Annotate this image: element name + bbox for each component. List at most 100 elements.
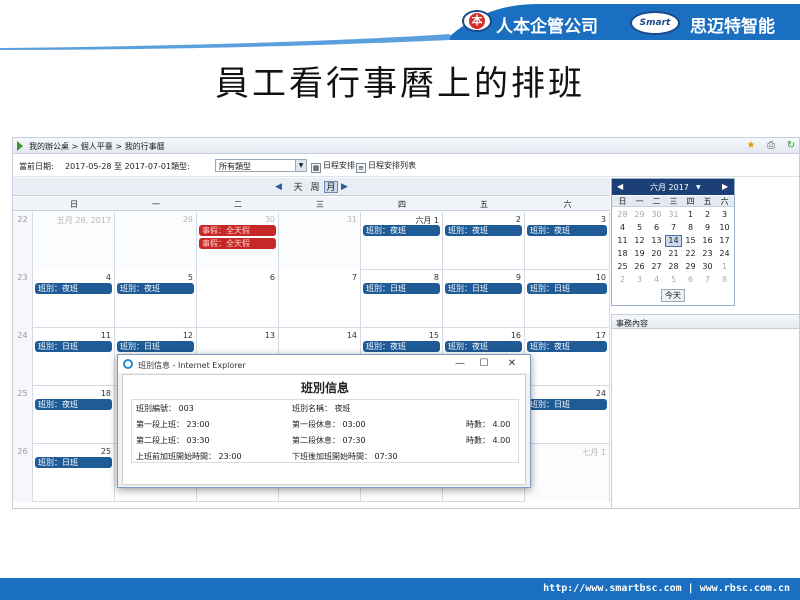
- calendar-event[interactable]: 班別：夜班: [35, 399, 112, 410]
- mini-day[interactable]: 2: [614, 274, 631, 286]
- mini-day[interactable]: 4: [648, 274, 665, 286]
- mini-day[interactable]: 31: [665, 209, 682, 221]
- day-cell[interactable]: 29: [115, 212, 197, 270]
- today-button[interactable]: 今天: [661, 289, 685, 302]
- day-cell[interactable]: 2 班別：夜班: [443, 212, 525, 270]
- calendar-event[interactable]: 班別：夜班: [527, 225, 607, 236]
- calendar-event[interactable]: 班別：夜班: [117, 283, 194, 294]
- calendar-event[interactable]: 班別：日班: [527, 283, 607, 294]
- mini-next-icon[interactable]: ▶: [722, 182, 728, 191]
- view-month-button[interactable]: 月: [324, 181, 338, 193]
- mini-day[interactable]: 20: [648, 248, 665, 260]
- day-cell[interactable]: 18 班別：夜班: [33, 386, 115, 444]
- day-cell[interactable]: 9 班別：日班: [443, 270, 525, 328]
- mini-day[interactable]: 24: [716, 248, 733, 260]
- star-icon[interactable]: ★: [745, 140, 757, 152]
- mini-prev-icon[interactable]: ◀: [617, 182, 623, 191]
- mini-day[interactable]: 16: [699, 235, 716, 247]
- mini-day[interactable]: 7: [699, 274, 716, 286]
- calendar-event[interactable]: 班別：夜班: [363, 225, 440, 236]
- calendar-event[interactable]: 班別：日班: [35, 457, 112, 468]
- day-cell[interactable]: 25 班別：日班: [33, 444, 115, 502]
- calendar-event[interactable]: 班別：夜班: [445, 225, 522, 236]
- mini-day[interactable]: 23: [699, 248, 716, 260]
- calendar-event[interactable]: 班別：夜班: [445, 341, 522, 352]
- mini-day[interactable]: 6: [682, 274, 699, 286]
- mini-day[interactable]: 7: [665, 222, 682, 234]
- maximize-icon[interactable]: ☐: [474, 357, 494, 371]
- calendar-event[interactable]: 班別：日班: [445, 283, 522, 294]
- day-cell[interactable]: 6: [197, 270, 279, 328]
- mini-day[interactable]: 27: [648, 261, 665, 273]
- mini-day[interactable]: 5: [631, 222, 648, 234]
- calendar-event[interactable]: 班別：日班: [117, 341, 194, 352]
- mini-day[interactable]: 8: [716, 274, 733, 286]
- mini-day[interactable]: 12: [631, 235, 648, 247]
- calendar-event[interactable]: 班別：日班: [527, 399, 607, 410]
- schedule-button[interactable]: ▦ 日程安排: [311, 158, 355, 173]
- mini-day[interactable]: 9: [699, 222, 716, 234]
- day-cell[interactable]: 10 班別：日班: [525, 270, 610, 328]
- mini-day[interactable]: 2: [699, 209, 716, 221]
- day-cell[interactable]: 31: [279, 212, 361, 270]
- calendar-event[interactable]: 班別：日班: [363, 283, 440, 294]
- mini-day[interactable]: 17: [716, 235, 733, 247]
- mini-day[interactable]: 8: [682, 222, 699, 234]
- mini-day[interactable]: 30: [699, 261, 716, 273]
- calendar-event[interactable]: 班別：夜班: [527, 341, 607, 352]
- prev-arrow-icon[interactable]: ◀: [275, 181, 282, 193]
- mini-day[interactable]: 1: [716, 261, 733, 273]
- mini-day[interactable]: 15: [682, 235, 699, 247]
- day-cell[interactable]: 30 事假：全天假 事假：全天假: [197, 212, 279, 270]
- mini-day[interactable]: 19: [631, 248, 648, 260]
- day-cell[interactable]: 3 班別：夜班: [525, 212, 610, 270]
- mini-day[interactable]: 6: [648, 222, 665, 234]
- mini-day[interactable]: 4: [614, 222, 631, 234]
- minimize-icon[interactable]: —: [450, 357, 470, 371]
- type-select[interactable]: 所有類型 ▼: [215, 159, 307, 172]
- mini-day[interactable]: 11: [614, 235, 631, 247]
- view-week-button[interactable]: 周: [308, 181, 322, 193]
- calendar-event[interactable]: 班別：夜班: [35, 283, 112, 294]
- day-cell[interactable]: 24 班別：日班: [525, 386, 610, 444]
- print-icon[interactable]: ⎙: [765, 140, 777, 152]
- calendar-event[interactable]: 事假：全天假: [199, 238, 276, 249]
- day-cell[interactable]: 7: [279, 270, 361, 328]
- mini-day[interactable]: 22: [682, 248, 699, 260]
- mini-calendar-title[interactable]: 六月 2017: [650, 182, 689, 193]
- mini-day[interactable]: 25: [614, 261, 631, 273]
- schedule-list-button[interactable]: ≡ 日程安排列表: [356, 158, 416, 173]
- day-cell[interactable]: 4 班別：夜班: [33, 270, 115, 328]
- mini-day[interactable]: 26: [631, 261, 648, 273]
- calendar-event[interactable]: 事假：全天假: [199, 225, 276, 236]
- day-cell[interactable]: 五月 28, 2017: [33, 212, 115, 270]
- footer-urls[interactable]: http://www.smartbsc.com | www.rbsc.com.c…: [543, 583, 790, 594]
- mini-day[interactable]: 18: [614, 248, 631, 260]
- next-arrow-icon[interactable]: ▶: [341, 181, 348, 193]
- close-icon[interactable]: ✕: [502, 357, 522, 371]
- mini-day[interactable]: 14: [665, 235, 682, 247]
- day-cell[interactable]: 七月 1: [525, 444, 610, 502]
- mini-day[interactable]: 21: [665, 248, 682, 260]
- day-cell[interactable]: 5 班別：夜班: [115, 270, 197, 328]
- mini-day[interactable]: 13: [648, 235, 665, 247]
- calendar-event[interactable]: 班別：夜班: [363, 341, 440, 352]
- mini-day[interactable]: 29: [631, 209, 648, 221]
- mini-day[interactable]: 29: [682, 261, 699, 273]
- day-cell[interactable]: 11 班別：日班: [33, 328, 115, 386]
- view-day-button[interactable]: 天: [291, 181, 305, 193]
- breadcrumb[interactable]: 我的辦公桌 > 個人平臺 > 我的行事曆: [29, 141, 165, 152]
- calendar-event[interactable]: 班別：日班: [35, 341, 112, 352]
- mini-day[interactable]: 10: [716, 222, 733, 234]
- refresh-icon[interactable]: ↻: [785, 140, 797, 152]
- mini-day[interactable]: 28: [614, 209, 631, 221]
- day-cell[interactable]: 17 班別：夜班: [525, 328, 610, 386]
- mini-day[interactable]: 30: [648, 209, 665, 221]
- mini-day[interactable]: 5: [665, 274, 682, 286]
- day-cell[interactable]: 8 班別：日班: [361, 270, 443, 328]
- day-cell[interactable]: 六月 1 班別：夜班: [361, 212, 443, 270]
- mini-day[interactable]: 1: [682, 209, 699, 221]
- mini-day[interactable]: 3: [716, 209, 733, 221]
- mini-day[interactable]: 28: [665, 261, 682, 273]
- mini-day[interactable]: 3: [631, 274, 648, 286]
